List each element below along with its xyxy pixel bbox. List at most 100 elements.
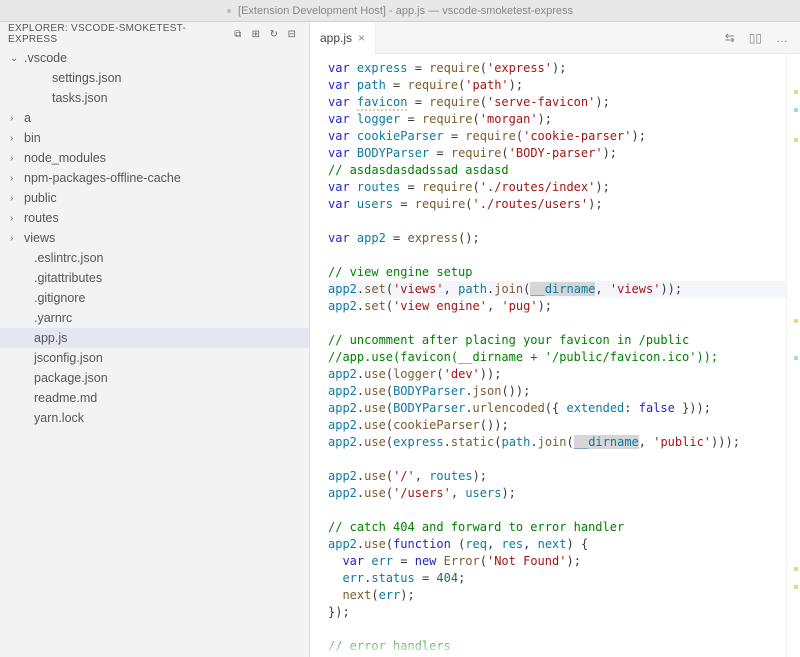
explorer-title: EXPLORER: VSCODE-SMOKETEST-EXPRESS	[8, 23, 229, 45]
tree-item-label: .gitignore	[34, 291, 85, 305]
tab-app-js[interactable]: app.js ×	[310, 22, 376, 54]
tree-item-label: jsconfig.json	[34, 351, 103, 365]
close-icon[interactable]: ×	[358, 31, 365, 45]
code-line[interactable]: app2.use(BODYParser.json());	[328, 383, 800, 400]
code-line[interactable]: var favicon = require('serve-favicon');	[328, 94, 800, 111]
code-line[interactable]: app2.use(logger('dev'));	[328, 366, 800, 383]
tree-file[interactable]: settings.json	[0, 68, 309, 88]
refresh-icon[interactable]: ↻	[265, 29, 283, 40]
code-line[interactable]: // asdasdasdadssad asdasd	[328, 162, 800, 179]
code-line[interactable]: app2.use(function (req, res, next) {	[328, 536, 800, 553]
tree-file[interactable]: .gitignore	[0, 288, 309, 308]
tree-item-label: app.js	[34, 331, 67, 345]
code-line[interactable]: var cookieParser = require('cookie-parse…	[328, 128, 800, 145]
tree-file[interactable]: yarn.lock	[0, 408, 309, 428]
minimap[interactable]	[786, 54, 800, 657]
code-line[interactable]: app2.use('/', routes);	[328, 468, 800, 485]
tree-folder[interactable]: ›routes	[0, 208, 309, 228]
window-titlebar: [Extension Development Host] - app.js — …	[0, 0, 800, 22]
tree-item-label: .vscode	[24, 51, 67, 65]
tree-file[interactable]: .yarnrc	[0, 308, 309, 328]
code-line[interactable]: // view engine setup	[328, 264, 800, 281]
code-line[interactable]	[328, 315, 800, 332]
code-line[interactable]: });	[328, 604, 800, 621]
code-line[interactable]: var app2 = express();	[328, 230, 800, 247]
chevron-right-icon[interactable]: ›	[10, 233, 22, 244]
tree-file[interactable]: readme.md	[0, 388, 309, 408]
tree-item-label: yarn.lock	[34, 411, 84, 425]
tree-item-label: settings.json	[52, 71, 121, 85]
tree-file[interactable]: .gitattributes	[0, 268, 309, 288]
file-tree[interactable]: ⌄.vscodesettings.jsontasks.json›a›bin›no…	[0, 46, 309, 430]
tree-folder[interactable]: ›a	[0, 108, 309, 128]
chevron-right-icon[interactable]: ›	[10, 193, 22, 204]
unsaved-dot-icon	[227, 9, 231, 13]
split-editor-icon[interactable]: ▯▯	[749, 31, 762, 45]
code-line[interactable]: //app.use(favicon(__dirname + '/public/f…	[328, 349, 800, 366]
tree-folder[interactable]: ›views	[0, 228, 309, 248]
code-line[interactable]	[328, 247, 800, 264]
code-line[interactable]: // catch 404 and forward to error handle…	[328, 519, 800, 536]
tree-item-label: public	[24, 191, 57, 205]
tree-item-label: .gitattributes	[34, 271, 102, 285]
tree-item-label: .yarnrc	[34, 311, 72, 325]
chevron-right-icon[interactable]: ›	[10, 213, 22, 224]
chevron-right-icon[interactable]: ›	[10, 113, 22, 124]
explorer-sidebar: EXPLORER: VSCODE-SMOKETEST-EXPRESS ⧉ ⊞ ↻…	[0, 22, 310, 657]
code-line[interactable]: app2.use(BODYParser.urlencoded({ extende…	[328, 400, 800, 417]
tree-item-label: routes	[24, 211, 59, 225]
tree-item-label: tasks.json	[52, 91, 108, 105]
code-line[interactable]: var path = require('path');	[328, 77, 800, 94]
tree-folder[interactable]: ›npm-packages-offline-cache	[0, 168, 309, 188]
tree-item-label: bin	[24, 131, 41, 145]
chevron-right-icon[interactable]: ›	[10, 133, 22, 144]
code-line[interactable]: var err = new Error('Not Found');	[328, 553, 800, 570]
code-line[interactable]: // uncomment after placing your favicon …	[328, 332, 800, 349]
chevron-right-icon[interactable]: ›	[10, 153, 22, 164]
compare-icon[interactable]: ⇆	[725, 31, 735, 45]
code-line[interactable]: app2.use(express.static(path.join(__dirn…	[328, 434, 800, 451]
code-line[interactable]: app2.use(cookieParser());	[328, 417, 800, 434]
tree-folder[interactable]: ›node_modules	[0, 148, 309, 168]
code-line[interactable]: var users = require('./routes/users');	[328, 196, 800, 213]
code-line[interactable]: app2.use('/users', users);	[328, 485, 800, 502]
tree-item-label: .eslintrc.json	[34, 251, 103, 265]
code-line[interactable]	[328, 502, 800, 519]
window-title: [Extension Development Host] - app.js — …	[238, 5, 573, 17]
chevron-right-icon[interactable]: ›	[10, 173, 22, 184]
code-line[interactable]: app2.set('view engine', 'pug');	[328, 298, 800, 315]
code-line[interactable]: err.status = 404;	[328, 570, 800, 587]
scroll-fade	[310, 633, 786, 657]
code-editor[interactable]: var express = require('express');var pat…	[310, 54, 800, 657]
code-line[interactable]	[328, 213, 800, 230]
code-line[interactable]	[328, 451, 800, 468]
tree-file[interactable]: .eslintrc.json	[0, 248, 309, 268]
editor-area: app.js × ⇆ ▯▯ … var express = require('e…	[310, 22, 800, 657]
more-actions-icon[interactable]: …	[776, 31, 788, 45]
tree-file[interactable]: package.json	[0, 368, 309, 388]
tree-item-label: views	[24, 231, 55, 245]
collapse-all-icon[interactable]: ⊟	[283, 29, 301, 40]
tab-label: app.js	[320, 31, 352, 45]
code-line[interactable]: next(err);	[328, 587, 800, 604]
tree-file[interactable]: tasks.json	[0, 88, 309, 108]
code-line[interactable]: app2.set('views', path.join(__dirname, '…	[328, 281, 800, 298]
tree-item-label: package.json	[34, 371, 108, 385]
tree-item-label: node_modules	[24, 151, 106, 165]
code-line[interactable]: var BODYParser = require('BODY-parser');	[328, 145, 800, 162]
new-file-icon[interactable]: ⧉	[229, 29, 247, 40]
chevron-down-icon[interactable]: ⌄	[10, 53, 22, 64]
tree-file[interactable]: app.js	[0, 328, 309, 348]
editor-tabbar: app.js × ⇆ ▯▯ …	[310, 22, 800, 54]
tree-folder[interactable]: ⌄.vscode	[0, 48, 309, 68]
tree-item-label: readme.md	[34, 391, 97, 405]
code-line[interactable]: var logger = require('morgan');	[328, 111, 800, 128]
code-line[interactable]: var routes = require('./routes/index');	[328, 179, 800, 196]
tree-folder[interactable]: ›bin	[0, 128, 309, 148]
tree-item-label: npm-packages-offline-cache	[24, 171, 181, 185]
tree-item-label: a	[24, 111, 31, 125]
tree-folder[interactable]: ›public	[0, 188, 309, 208]
code-line[interactable]: var express = require('express');	[328, 60, 800, 77]
tree-file[interactable]: jsconfig.json	[0, 348, 309, 368]
new-folder-icon[interactable]: ⊞	[247, 29, 265, 40]
